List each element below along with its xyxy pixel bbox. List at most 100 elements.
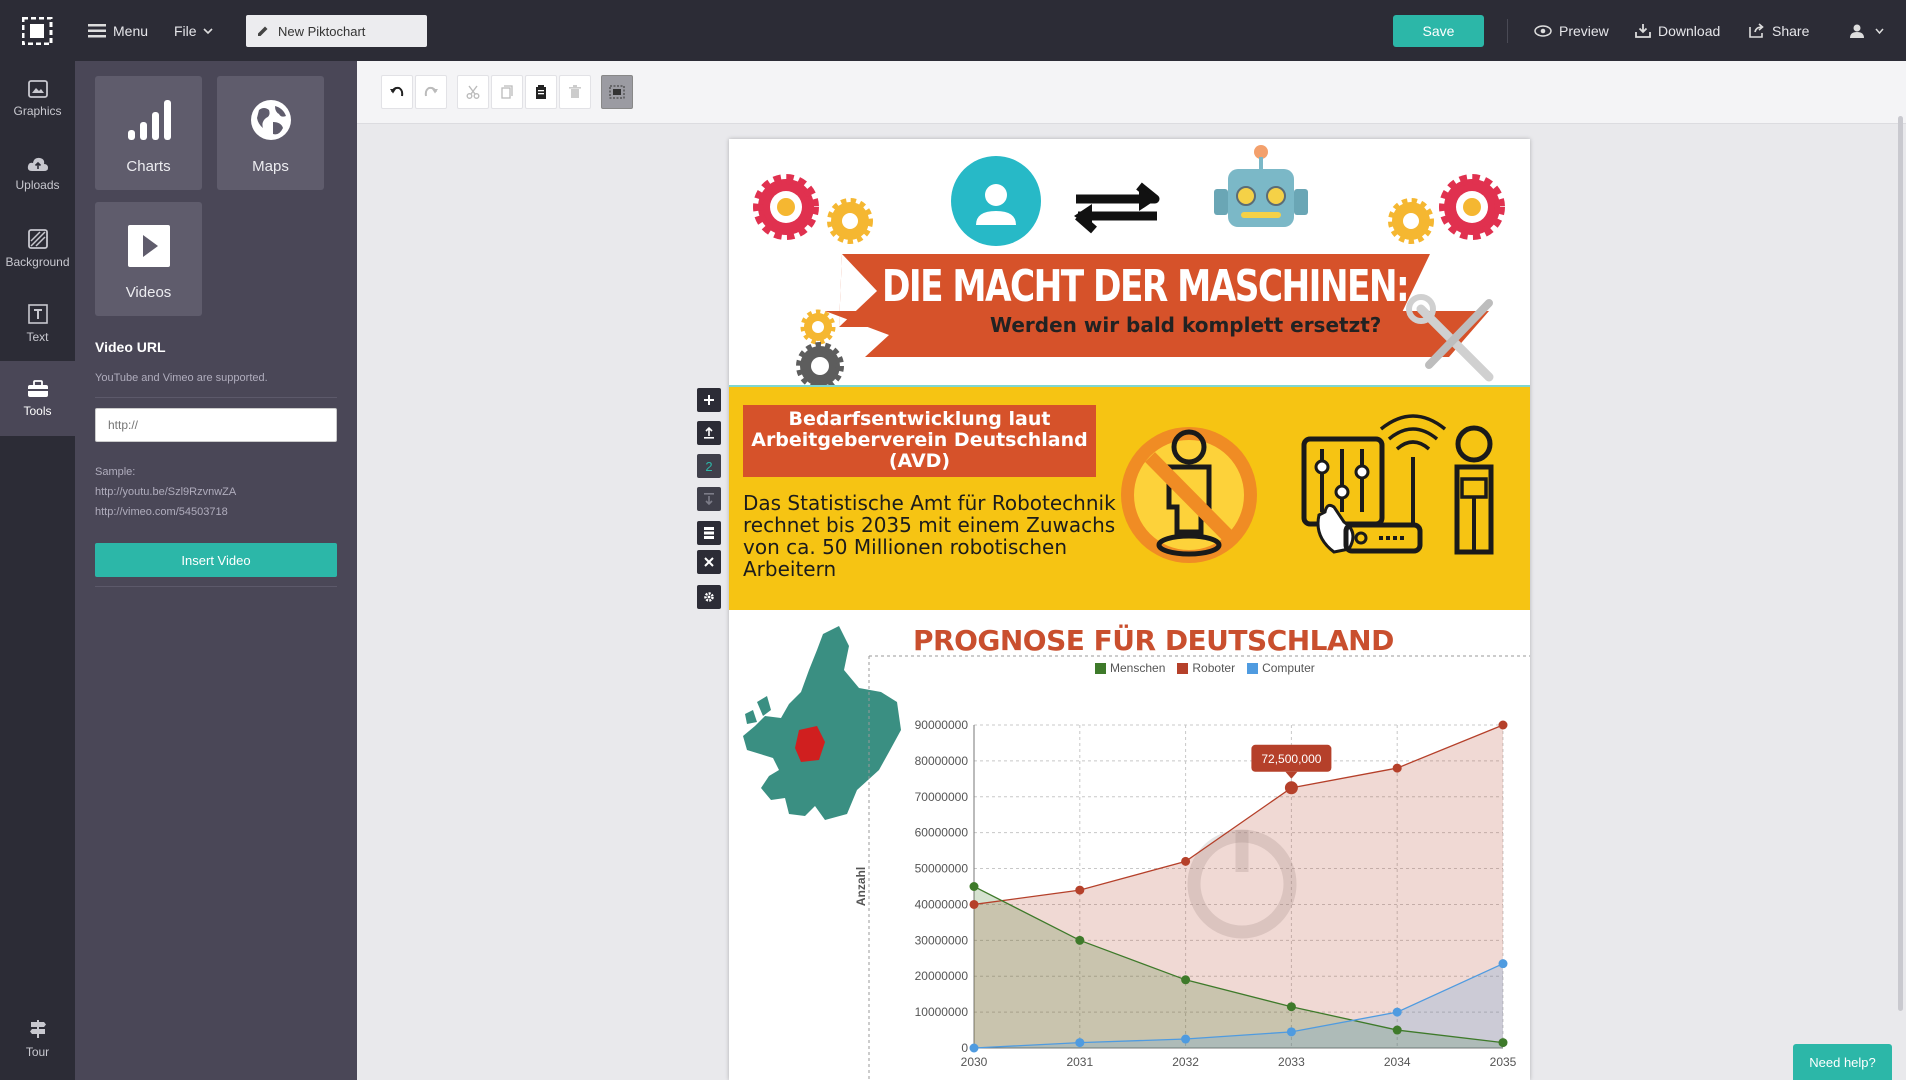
data-point[interactable] <box>1498 720 1508 730</box>
move-block-down-button[interactable] <box>697 487 721 511</box>
copy-icon <box>501 85 513 99</box>
data-point[interactable] <box>1392 763 1402 773</box>
select-all-button[interactable] <box>601 75 633 109</box>
data-tooltip-label: 72,500,000 <box>1261 752 1321 766</box>
tile-videos[interactable]: Videos <box>95 202 202 316</box>
add-block-button[interactable] <box>697 388 721 412</box>
background-pattern-icon <box>27 228 48 249</box>
copy-button[interactable] <box>491 75 523 109</box>
data-point[interactable] <box>1075 885 1085 895</box>
header-block[interactable]: DIE MACHT DER MASCHINEN: Werden wir bald… <box>729 139 1530 385</box>
share-label: Share <box>1772 22 1810 39</box>
data-point[interactable] <box>1498 959 1508 969</box>
top-bar: Menu File New Piktochart Save Preview Do… <box>0 0 1906 61</box>
sidebar-item-tools[interactable]: Tools <box>0 361 75 436</box>
data-point[interactable] <box>1392 1025 1402 1035</box>
menu-button[interactable]: Menu <box>88 0 148 61</box>
x-tick-label: 2031 <box>1066 1055 1093 1069</box>
video-url-input[interactable] <box>95 408 337 442</box>
sidebar-label: Text <box>26 329 49 344</box>
divider <box>1507 19 1508 43</box>
sample-label: Sample: <box>95 466 136 478</box>
user-menu[interactable] <box>1850 0 1891 61</box>
redo-button[interactable] <box>415 75 447 109</box>
delete-block-button[interactable] <box>697 550 721 574</box>
divider <box>95 586 337 587</box>
duplicate-block-button[interactable] <box>697 521 721 545</box>
eye-icon <box>1534 24 1552 37</box>
data-point[interactable] <box>1286 1002 1296 1012</box>
stats-block[interactable]: Bedarfsentwicklung laut Arbeitgeberverei… <box>729 385 1530 610</box>
sample-link-youtube: http://youtu.be/Szl9RzvnwZA <box>95 486 237 498</box>
tile-label: Videos <box>125 284 172 301</box>
data-point[interactable] <box>969 1043 979 1053</box>
toolbox-icon <box>27 379 48 397</box>
menu-label: Menu <box>113 22 149 39</box>
tile-label: Maps <box>252 158 289 175</box>
gear-icon <box>753 174 819 240</box>
undo-icon <box>390 86 404 97</box>
move-block-up-button[interactable] <box>697 421 721 445</box>
sidebar-label: Tools <box>23 403 52 418</box>
scrollbar[interactable] <box>1898 116 1903 1011</box>
banner-title: DIE MACHT DER MASCHINEN: <box>882 261 1410 312</box>
data-point[interactable] <box>1286 1027 1296 1037</box>
data-point[interactable] <box>1075 1038 1085 1048</box>
y-tick-label: 0 <box>961 1041 968 1055</box>
sidebar-item-tour[interactable]: Tour <box>0 1001 75 1076</box>
area-chart[interactable]: 0 10000000 20000000 30000000 40000000 5000000… <box>729 610 1530 1080</box>
data-point[interactable] <box>1392 1007 1402 1017</box>
file-label: File <box>174 22 197 39</box>
x-tick-label: 2035 <box>1490 1055 1517 1069</box>
share-button[interactable]: Share <box>1749 0 1809 61</box>
file-menu[interactable]: File <box>174 0 213 61</box>
data-point[interactable] <box>1181 975 1191 985</box>
sidebar-item-text[interactable]: Text <box>0 286 75 361</box>
y-tick-label: 90000000 <box>915 718 969 732</box>
user-icon <box>1850 24 1864 38</box>
y-tick-label: 70000000 <box>915 790 969 804</box>
play-video-icon <box>127 225 170 267</box>
signpost-icon <box>29 1019 46 1038</box>
sidebar-item-graphics[interactable]: Graphics <box>0 61 75 136</box>
clipboard-icon <box>536 85 546 99</box>
block-number: 2 <box>697 454 721 478</box>
data-point[interactable] <box>969 899 979 909</box>
sidebar-item-background[interactable]: Background <box>0 211 75 286</box>
data-point[interactable] <box>969 882 979 891</box>
control-panel-icon <box>1301 436 1385 554</box>
data-point[interactable] <box>1498 1038 1508 1048</box>
document-title-input[interactable]: New Piktochart <box>246 15 427 47</box>
data-point[interactable] <box>1284 781 1298 795</box>
need-help-button[interactable]: Need help? <box>1793 1044 1892 1080</box>
data-point[interactable] <box>1075 935 1085 945</box>
chart-block[interactable]: PROGNOSE FÜR DEUTSCHLAND Menschen Robote… <box>729 610 1530 1080</box>
cut-button[interactable] <box>457 75 489 109</box>
data-point[interactable] <box>1181 1034 1191 1044</box>
preview-label: Preview <box>1559 22 1609 39</box>
tile-charts[interactable]: Charts <box>95 76 202 190</box>
block-settings-button[interactable] <box>697 585 721 609</box>
select-frame-icon <box>609 85 625 99</box>
y-tick-label: 30000000 <box>915 933 969 947</box>
save-button[interactable]: Save <box>1393 15 1484 47</box>
download-label: Download <box>1658 22 1721 39</box>
gear-icon <box>796 309 844 385</box>
piktochart-logo-icon[interactable] <box>21 16 54 46</box>
preview-button[interactable]: Preview <box>1534 0 1609 61</box>
chevron-down-icon <box>1875 28 1884 34</box>
download-icon <box>1635 24 1651 38</box>
delete-button[interactable] <box>559 75 591 109</box>
paste-button[interactable] <box>525 75 557 109</box>
gear-icon <box>1388 198 1434 244</box>
y-tick-label: 40000000 <box>915 897 969 911</box>
download-button[interactable]: Download <box>1635 0 1720 61</box>
tile-maps[interactable]: Maps <box>217 76 324 190</box>
sidebar-label: Uploads <box>15 177 60 192</box>
insert-video-button[interactable]: Insert Video <box>95 543 337 577</box>
undo-button[interactable] <box>381 75 413 109</box>
sidebar-item-uploads[interactable]: Uploads <box>0 136 75 211</box>
data-point[interactable] <box>1181 856 1191 866</box>
infographic-canvas[interactable]: DIE MACHT DER MASCHINEN: Werden wir bald… <box>729 139 1530 1080</box>
close-icon <box>704 557 714 567</box>
